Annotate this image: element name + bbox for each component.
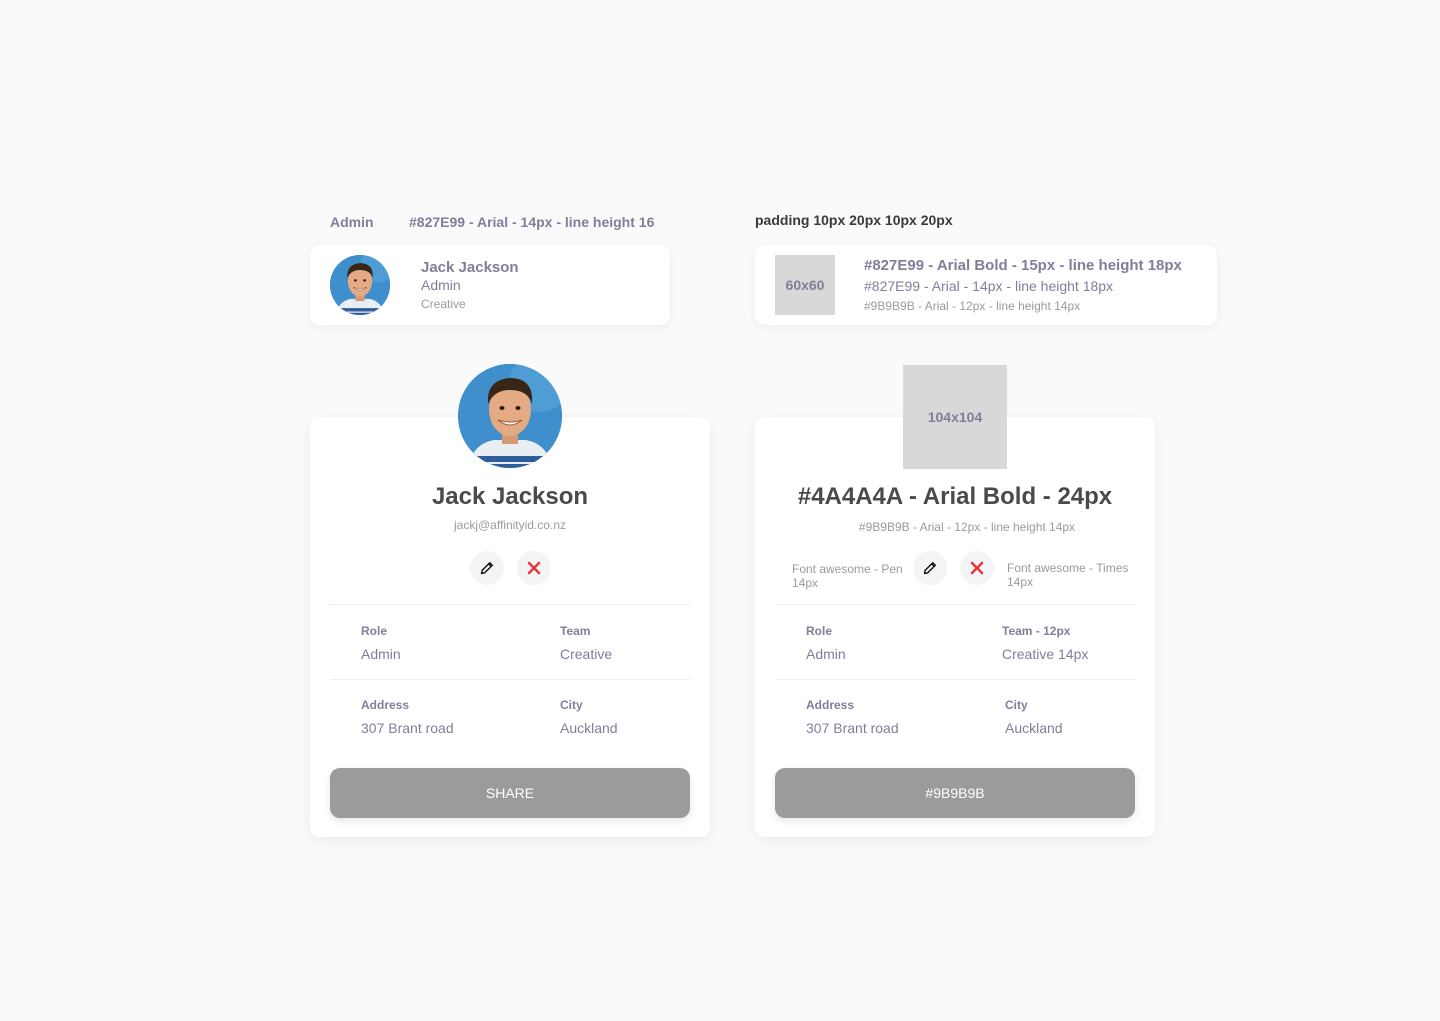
pen-note: Font awesome - Pen 14px <box>792 562 903 590</box>
address-label: Address <box>361 698 410 712</box>
city-value: Auckland <box>560 720 618 736</box>
spec-card: #4A4A4A - Arial Bold - 24px #9B9B9B - Ar… <box>755 417 1155 837</box>
city-label: City <box>560 698 583 712</box>
profile-name: Jack Jackson <box>431 483 589 510</box>
small-profile-card[interactable]: Jack Jackson Admin Creative <box>310 245 670 325</box>
share-button[interactable]: #9B9B9B <box>775 768 1135 818</box>
profile-email: jackj@affinityid.co.nz <box>453 518 566 532</box>
small-spec-card: 60x60 #827E99 - Arial Bold - 15px - line… <box>755 245 1217 325</box>
times-icon <box>527 561 541 575</box>
avatar <box>330 255 390 315</box>
team-value: Creative <box>560 646 613 662</box>
divider <box>330 679 690 680</box>
edit-button[interactable] <box>913 551 947 585</box>
team-spec-text: #9B9B9B - Arial - 12px - line height 14p… <box>864 299 1081 313</box>
pencil-icon <box>480 562 493 575</box>
divider <box>775 604 1135 605</box>
delete-button[interactable] <box>517 551 551 585</box>
small-card-role: Admin <box>421 277 461 293</box>
delete-button[interactable] <box>960 551 994 585</box>
role-annotation: Admin <box>330 214 374 230</box>
small-text-spec-annotation: #827E99 - Arial - 14px - line height 16 <box>409 214 655 230</box>
padding-spec-annotation: padding 10px 20px 10px 20px <box>755 212 953 228</box>
sub-spec-text: #9B9B9B - Arial - 12px - line height 14p… <box>858 520 1076 534</box>
role-spec-text: #827E99 - Arial - 14px - line height 18p… <box>864 278 1114 294</box>
team-value: Creative 14px <box>1002 646 1089 662</box>
role-value: Admin <box>361 646 401 662</box>
team-label: Team <box>560 624 591 638</box>
avatar-photo <box>330 255 390 315</box>
pen-note-line1: Font awesome - Pen <box>792 562 903 576</box>
avatar-photo <box>458 364 562 468</box>
title-spec-text: #4A4A4A - Arial Bold - 24px <box>797 483 1113 510</box>
times-note-line2: 14px <box>1007 575 1034 589</box>
times-icon <box>970 561 984 575</box>
profile-avatar <box>458 364 562 468</box>
small-card-name: Jack Jackson <box>421 259 519 276</box>
divider <box>330 604 690 605</box>
team-label: Team - 12px <box>1002 624 1071 638</box>
avatar-placeholder: 60x60 <box>775 255 835 315</box>
role-value: Admin <box>806 646 846 662</box>
avatar-placeholder: 104x104 <box>903 365 1007 469</box>
pen-note-line2: 14px <box>792 576 819 590</box>
times-note-line1: Font awesome - Times <box>1007 561 1129 575</box>
city-value: Auckland <box>1005 720 1063 736</box>
pencil-icon <box>923 562 936 575</box>
address-label: Address <box>806 698 855 712</box>
city-label: City <box>1005 698 1028 712</box>
address-value: 307 Brant road <box>806 720 899 736</box>
edit-button[interactable] <box>470 551 504 585</box>
address-value: 307 Brant road <box>361 720 454 736</box>
role-label: Role <box>361 624 388 638</box>
share-button[interactable]: SHARE <box>330 768 690 818</box>
divider <box>775 679 1135 680</box>
profile-card: Jack Jackson jackj@affinityid.co.nz Role… <box>310 417 710 837</box>
small-card-team: Creative <box>421 297 466 311</box>
times-note: Font awesome - Times 14px <box>1007 561 1128 589</box>
name-spec-text: #827E99 - Arial Bold - 15px - line heigh… <box>864 257 1182 274</box>
role-label: Role <box>806 624 833 638</box>
